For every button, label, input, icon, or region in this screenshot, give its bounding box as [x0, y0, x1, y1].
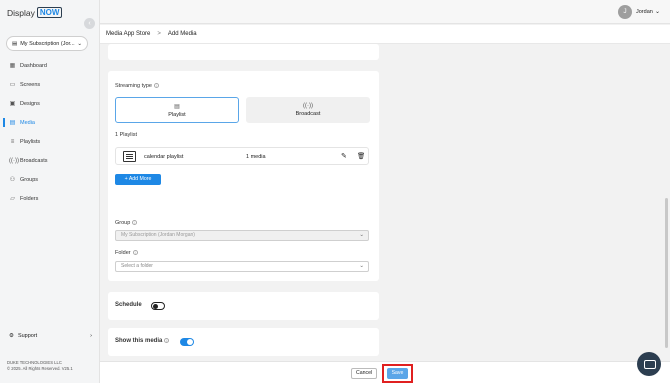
- sidebar-item-label: Groups: [20, 176, 39, 183]
- info-icon: i: [132, 220, 138, 226]
- sidebar-item-broadcasts[interactable]: ((·)) Broadcasts: [0, 151, 100, 170]
- info-icon: i: [154, 83, 159, 89]
- folder-label: Folder: [115, 250, 131, 256]
- group-folder-card: Group i My Subscription (Jordan Morgan) ⌄…: [108, 210, 379, 281]
- support-menu[interactable]: ⚙ Support ›: [9, 333, 92, 339]
- sidebar-item-label: Dashboard: [20, 62, 47, 69]
- user-name[interactable]: Jordan: [636, 9, 653, 15]
- group-select-value: My Subscription (Jordan Morgan): [121, 232, 195, 238]
- chevron-down-icon: ⌄: [77, 40, 82, 47]
- folder-select-placeholder: Select a folder: [121, 263, 153, 269]
- add-more-button[interactable]: + Add More: [115, 174, 161, 185]
- sidebar-item-label: Media: [20, 119, 35, 126]
- logo[interactable]: Display NOW: [7, 7, 63, 18]
- schedule-label: Schedule: [115, 302, 142, 308]
- playlist-icon: ▤: [174, 104, 180, 110]
- streaming-option-playlist[interactable]: ▤ Playlist: [115, 97, 239, 123]
- copyright: © 2025. All Rights Reserved. V25.1: [7, 366, 73, 371]
- streaming-type-title: Streaming type i: [115, 83, 159, 89]
- sidebar-item-label: Designs: [20, 100, 40, 107]
- sidebar-item-dashboard[interactable]: ▦ Dashboard: [0, 56, 100, 75]
- action-bar: Cancel Save: [100, 361, 670, 383]
- subscription-label: My Subscription (Jor...: [20, 40, 75, 47]
- sidebar-item-folders[interactable]: ▱ Folders: [0, 189, 100, 208]
- folder-title: Folder i: [115, 250, 138, 256]
- sidebar-item-groups[interactable]: ⚇ Groups: [0, 170, 100, 189]
- chevron-down-icon: ⌄: [359, 263, 364, 269]
- save-button[interactable]: Save: [387, 368, 408, 379]
- sidebar: Display NOW ‹ ▤ My Subscription (Jor... …: [0, 0, 100, 383]
- breadcrumb-parent[interactable]: Media App Store: [106, 31, 150, 37]
- info-icon: i: [132, 250, 138, 256]
- chat-icon[interactable]: [637, 352, 661, 376]
- group-title: Group i: [115, 220, 138, 226]
- toggle-knob: [153, 303, 158, 309]
- subscription-select[interactable]: ▤ My Subscription (Jor... ⌄: [6, 36, 88, 51]
- dashboard-icon: ▦: [9, 63, 16, 69]
- chevron-down-icon: ⌄: [359, 232, 364, 238]
- folders-icon: ▱: [10, 196, 15, 202]
- top-bar: J Jordan ⌄: [100, 0, 670, 24]
- scrollbar[interactable]: [665, 198, 668, 348]
- breadcrumb: Media App Store > Add Media: [100, 25, 670, 44]
- edit-icon[interactable]: ✎: [341, 152, 347, 160]
- playlist-media-count: 1 media: [246, 154, 266, 160]
- trash-icon[interactable]: 🗑: [357, 152, 365, 160]
- folder-select[interactable]: Select a folder ⌄: [115, 261, 369, 272]
- previous-section-card: [108, 44, 379, 60]
- show-media-toggle[interactable]: [180, 338, 194, 346]
- sidebar-item-playlists[interactable]: ≡ Playlists: [0, 132, 100, 151]
- collapse-sidebar-button[interactable]: ‹: [84, 18, 95, 29]
- logo-highlight: NOW: [36, 7, 63, 18]
- logo-text: Display: [7, 7, 35, 18]
- sidebar-item-label: Folders: [20, 195, 39, 202]
- subscription-icon: ▤: [12, 40, 18, 47]
- sidebar-item-designs[interactable]: ▣ Designs: [0, 94, 100, 113]
- breadcrumb-current: Add Media: [167, 31, 197, 37]
- broadcast-icon: ((·)): [303, 103, 313, 109]
- sidebar-item-label: Screens: [20, 81, 41, 88]
- sidebar-nav: ▦ Dashboard ▭ Screens ▣ Designs ▤ Media ≡ Pla…: [0, 56, 100, 208]
- streaming-card: Streaming type i ▤ Playlist ((·)) Broadca…: [108, 71, 379, 228]
- streaming-option-broadcast[interactable]: ((·)) Broadcast: [246, 97, 370, 123]
- breadcrumb-separator: >: [157, 31, 161, 37]
- playlists-icon: ≡: [10, 138, 15, 145]
- schedule-toggle[interactable]: [151, 302, 165, 310]
- show-media-label: Show this media: [115, 338, 163, 345]
- streaming-type-label: Streaming type: [115, 83, 152, 89]
- broadcasts-icon: ((·)): [9, 157, 19, 164]
- schedule-card: Schedule: [108, 292, 379, 320]
- group-label: Group: [115, 220, 131, 226]
- info-icon: i: [164, 338, 170, 343]
- playlist-thumbnail-icon: [123, 151, 136, 162]
- group-select: My Subscription (Jordan Morgan) ⌄: [115, 230, 369, 241]
- streaming-option-label: Playlist: [168, 112, 186, 118]
- playlist-name: calendar playlist: [144, 154, 184, 160]
- main-content: Streaming type i ▤ Playlist ((·)) Broadca…: [100, 44, 670, 383]
- groups-icon: ⚇: [9, 177, 16, 183]
- show-media-card: Show this media i: [108, 328, 379, 356]
- cancel-button[interactable]: Cancel: [351, 368, 378, 379]
- sidebar-item-label: Playlists: [20, 138, 41, 145]
- support-label: Support: [17, 333, 38, 339]
- gear-icon: ⚙: [9, 333, 14, 339]
- playlist-count: 1 Playlist: [115, 132, 138, 138]
- sidebar-item-label: Broadcasts: [20, 157, 48, 164]
- media-icon: ▤: [9, 120, 16, 126]
- streaming-option-label: Broadcast: [295, 111, 321, 117]
- show-media-title: Show this media i: [115, 338, 170, 345]
- footer: DUKE TECHNOLOGIES LLC © 2025. All Rights…: [7, 360, 73, 372]
- playlist-row: calendar playlist 1 media ✎ 🗑: [115, 147, 369, 165]
- sidebar-item-screens[interactable]: ▭ Screens: [0, 75, 100, 94]
- designs-icon: ▣: [9, 101, 16, 107]
- chevron-down-icon[interactable]: ⌄: [655, 8, 660, 15]
- screens-icon: ▭: [9, 82, 16, 88]
- chevron-right-icon: ›: [90, 333, 92, 339]
- toggle-knob: [187, 339, 193, 345]
- sidebar-item-media[interactable]: ▤ Media: [0, 113, 100, 132]
- avatar[interactable]: J: [618, 5, 632, 19]
